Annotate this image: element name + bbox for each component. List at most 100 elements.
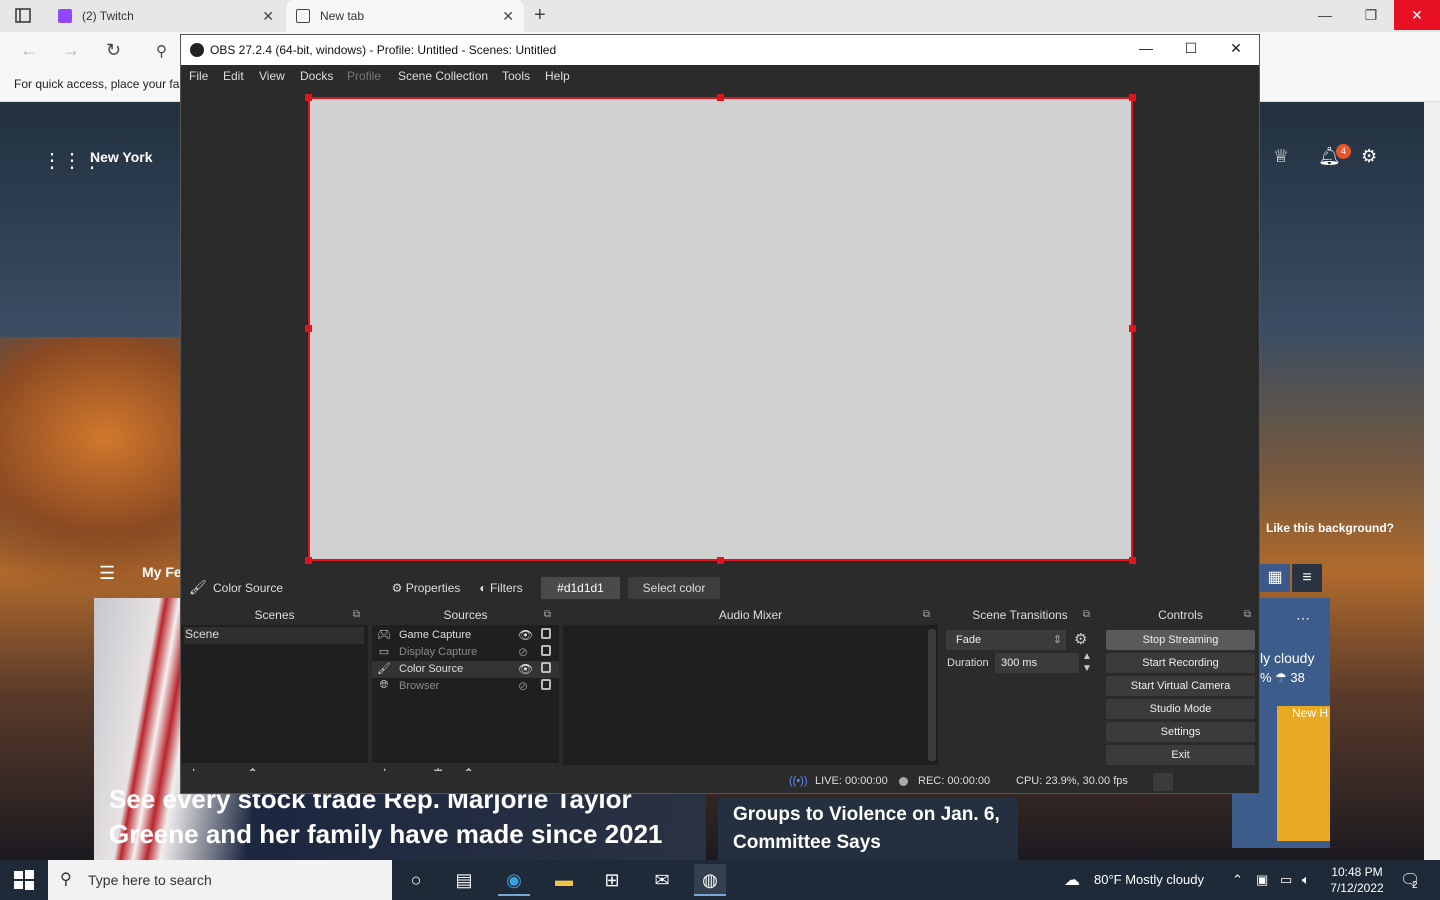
new-tab-plus-icon[interactable]: + <box>534 4 546 27</box>
lock-icon[interactable] <box>541 628 551 639</box>
stepper-up-icon[interactable]: ▲ <box>1082 651 1092 662</box>
more-icon[interactable]: ⋯ <box>1296 610 1310 627</box>
store-icon[interactable]: ⊞ <box>596 864 628 896</box>
resize-handle[interactable] <box>305 557 312 564</box>
news-card-2[interactable]: Groups to Violence on Jan. 6, Committee … <box>718 797 1018 860</box>
select-color-button[interactable]: Select color <box>628 577 720 599</box>
taskbar-weather[interactable]: 80°F Mostly cloudy <box>1094 872 1204 887</box>
eye-off-icon[interactable]: ⊘ <box>518 679 528 693</box>
close-tab-icon[interactable]: ✕ <box>502 8 514 25</box>
menu-edit[interactable]: Edit <box>223 69 244 83</box>
grid-view-icon[interactable]: ▦ <box>1260 564 1290 592</box>
restore-icon[interactable]: ❐ <box>1348 0 1394 30</box>
minimize-icon[interactable]: — <box>1131 40 1161 56</box>
file-explorer-icon[interactable]: ▬ <box>548 864 580 896</box>
like-background-link[interactable]: Like this background? <box>1266 521 1394 535</box>
filters-button[interactable]: ◐ Filters <box>471 577 531 599</box>
scene-item[interactable]: Scene <box>184 627 364 644</box>
gear-icon[interactable]: ⚙ <box>1361 146 1377 167</box>
tab-twitch[interactable]: (2) Twitch ✕ <box>48 0 284 32</box>
studio-mode-button[interactable]: Studio Mode <box>1106 699 1255 719</box>
close-icon[interactable]: ✕ <box>1221 40 1251 57</box>
close-window-icon[interactable]: ✕ <box>1394 0 1440 30</box>
source-item-browser[interactable]: 🌐︎ Browser ⊘ <box>372 678 559 695</box>
maximize-icon[interactable]: ☐ <box>1176 40 1206 57</box>
weather-location[interactable]: New York <box>90 149 153 165</box>
undock-icon[interactable]: ⧉ <box>353 605 360 625</box>
list-view-icon[interactable]: ≡ <box>1292 564 1322 592</box>
meet-now-icon[interactable]: ▣ <box>1256 872 1268 888</box>
weather-map[interactable] <box>1277 706 1330 841</box>
brush-icon: 🖌︎ <box>377 663 391 675</box>
exit-button[interactable]: Exit <box>1106 745 1255 765</box>
lock-icon[interactable] <box>541 645 551 656</box>
menu-tools[interactable]: Tools <box>502 69 530 83</box>
taskbar-clock[interactable]: 10:48 PM 7/12/2022 <box>1322 864 1392 896</box>
source-item-game-capture[interactable]: 🎮︎ Game Capture 👁︎ <box>372 627 559 644</box>
lock-icon[interactable] <box>541 662 551 673</box>
tab-new-tab[interactable]: New tab ✕ <box>286 0 524 32</box>
menu-docks[interactable]: Docks <box>300 69 333 83</box>
search-placeholder: Type here to search <box>88 872 212 888</box>
page-scrollbar[interactable] <box>1424 102 1440 860</box>
news-headline[interactable]: Groups to Violence on Jan. 6, Committee … <box>733 801 1018 857</box>
resize-handle[interactable] <box>305 94 312 101</box>
eye-icon[interactable]: 👁︎ <box>518 662 533 676</box>
source-name: Browser <box>399 680 440 692</box>
source-item-display-capture[interactable]: ▭ Display Capture ⊘ <box>372 644 559 661</box>
gear-icon[interactable]: ⚙ <box>1074 630 1087 648</box>
windows-start-icon[interactable] <box>14 870 34 890</box>
obs-title-bar[interactable]: OBS 27.2.4 (64-bit, windows) - Profile: … <box>181 35 1259 65</box>
my-feed-label[interactable]: My Fe <box>142 564 182 580</box>
back-arrow-icon[interactable]: ← <box>20 40 38 61</box>
source-item-color-source[interactable]: 🖌︎ Color Source 👁︎ <box>372 661 559 678</box>
properties-button[interactable]: ⚙ Properties <box>386 577 466 599</box>
close-tab-icon[interactable]: ✕ <box>262 8 274 25</box>
hamburger-menu-icon[interactable]: ☰ <box>99 563 115 584</box>
preview-area[interactable] <box>181 87 1259 579</box>
preview-canvas[interactable] <box>308 97 1133 561</box>
taskbar-search-box[interactable]: ⚲ Type here to search <box>48 860 392 900</box>
resize-handle[interactable] <box>1129 94 1136 101</box>
search-icon[interactable]: ⚲ <box>156 42 167 60</box>
start-recording-button[interactable]: Start Recording <box>1106 653 1255 673</box>
scrollbar[interactable] <box>928 629 936 761</box>
eye-off-icon[interactable]: ⊘ <box>518 645 528 659</box>
stop-streaming-button[interactable]: Stop Streaming <box>1106 630 1255 650</box>
resize-handle[interactable] <box>717 557 724 564</box>
resize-handle[interactable] <box>305 325 312 332</box>
network-icon[interactable]: ▭ <box>1280 872 1292 888</box>
resize-handle[interactable] <box>717 94 724 101</box>
mail-icon[interactable]: ✉ <box>646 864 678 896</box>
menu-help[interactable]: Help <box>545 69 570 83</box>
duration-input[interactable]: 300 ms <box>995 653 1079 673</box>
transition-select[interactable]: Fade ⇕ <box>946 630 1066 650</box>
forward-arrow-icon[interactable]: → <box>62 40 80 61</box>
undock-icon[interactable]: ⧉ <box>1083 605 1090 625</box>
undock-icon[interactable]: ⧉ <box>923 605 930 625</box>
edge-icon[interactable]: ◉ <box>498 864 530 896</box>
stepper-down-icon[interactable]: ▼ <box>1082 663 1092 674</box>
tab-actions-icon[interactable] <box>12 6 34 26</box>
minimize-icon[interactable]: — <box>1302 0 1348 30</box>
volume-muted-icon[interactable]: 🔈︎ <box>1302 872 1310 888</box>
dock-header: Scene Transitions ⧉ <box>942 605 1098 625</box>
menu-view[interactable]: View <box>259 69 285 83</box>
settings-button[interactable]: Settings <box>1106 722 1255 742</box>
refresh-icon[interactable]: ↻ <box>106 40 121 61</box>
resize-handle[interactable] <box>1129 557 1136 564</box>
menu-file[interactable]: File <box>189 69 208 83</box>
chevron-up-icon[interactable]: ⌃ <box>1232 872 1243 888</box>
cortana-icon[interactable]: ○ <box>400 864 432 896</box>
menu-profile[interactable]: Profile <box>347 69 381 83</box>
eye-icon[interactable]: 👁︎ <box>518 628 533 642</box>
menu-scene-collection[interactable]: Scene Collection <box>398 69 488 83</box>
undock-icon[interactable]: ⧉ <box>544 605 551 625</box>
task-view-icon[interactable]: ▤ <box>448 864 480 896</box>
start-virtual-camera-button[interactable]: Start Virtual Camera <box>1106 676 1255 696</box>
resize-handle[interactable] <box>1129 325 1136 332</box>
obs-taskbar-icon[interactable]: ◍ <box>694 864 726 896</box>
rewards-icon[interactable]: ♕ <box>1273 146 1289 167</box>
undock-icon[interactable]: ⧉ <box>1244 605 1251 625</box>
lock-icon[interactable] <box>541 679 551 690</box>
